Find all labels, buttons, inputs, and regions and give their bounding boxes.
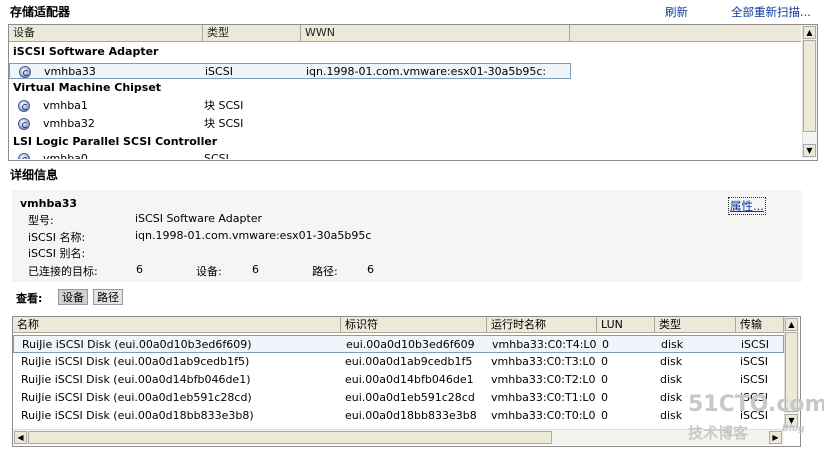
scroll-up-icon[interactable]: ▲ xyxy=(803,26,816,39)
adapter-list-clip: vmhba0 SCSI xyxy=(9,152,801,159)
column-header-type[interactable]: 类型 xyxy=(203,25,301,41)
table-row[interactable]: RuiJie iSCSI Disk (eui.00a0d14bfb046de1)… xyxy=(13,371,784,389)
iscsi-name-label: iSCSI 名称: xyxy=(28,231,86,244)
disk-identifier: eui.00a0d1eb591c28cd xyxy=(345,391,475,404)
disk-type: disk xyxy=(661,338,684,351)
view-devices-button[interactable]: 设备 xyxy=(58,289,88,305)
adapter-wwn: iqn.1998-01.com.vmware:esx01-30a5b95c: xyxy=(306,65,547,78)
column-header-type[interactable]: 类型 xyxy=(655,317,736,332)
adapter-row-vmhba0[interactable]: vmhba0 SCSI xyxy=(9,152,571,159)
scroll-left-icon[interactable]: ◀ xyxy=(14,431,27,444)
adapter-row-vmhba1[interactable]: vmhba1 块 SCSI xyxy=(9,98,571,114)
column-header-wwn[interactable]: WWN xyxy=(301,25,570,41)
scroll-down-icon[interactable]: ▼ xyxy=(803,144,816,157)
disk-name: RuiJie iSCSI Disk (eui.00a0d1eb591c28cd) xyxy=(21,391,252,404)
disk-identifier: eui.00a0d14bfb046de1 xyxy=(345,373,474,386)
disk-lun: 0 xyxy=(601,355,608,368)
disk-runtime-name: vmhba33:C0:T0:L0 xyxy=(491,409,595,422)
disk-name: RuiJie iSCSI Disk (eui.00a0d14bfb046de1) xyxy=(21,373,251,386)
disk-lun: 0 xyxy=(601,391,608,404)
scroll-right-icon[interactable]: ▶ xyxy=(769,431,782,444)
disk-transport: iSCSI xyxy=(740,355,768,368)
storage-adapter-icon xyxy=(18,118,30,130)
watermark-blog: Blog xyxy=(782,424,805,434)
model-value: iSCSI Software Adapter xyxy=(135,212,263,225)
disk-transport: iSCSI xyxy=(740,373,768,386)
disk-transport: iSCSI xyxy=(741,338,769,351)
disk-name: RuiJie iSCSI Disk (eui.00a0d10b3ed6f609) xyxy=(22,338,252,351)
adapter-device: vmhba0 xyxy=(43,152,88,159)
table-row[interactable]: RuiJie iSCSI Disk (eui.00a0d1eb591c28cd)… xyxy=(13,389,784,407)
disk-lun: 0 xyxy=(601,373,608,386)
disk-identifier: eui.00a0d1ab9cedb1f5 xyxy=(345,355,473,368)
adapter-device: vmhba1 xyxy=(43,99,88,112)
table-row[interactable]: RuiJie iSCSI Disk (eui.00a0d10b3ed6f609)… xyxy=(13,335,784,353)
storage-adapter-icon xyxy=(19,66,31,78)
paths-value: 6 xyxy=(367,263,374,276)
disk-runtime-name: vmhba33:C0:T3:L0 xyxy=(491,355,595,368)
column-header-runtime-name[interactable]: 运行时名称 xyxy=(487,317,597,332)
adapter-group: Virtual Machine Chipset xyxy=(13,81,162,94)
adapter-row-vmhba32[interactable]: vmhba32 块 SCSI xyxy=(9,116,571,132)
adapter-row-vmhba33[interactable]: vmhba33 iSCSI iqn.1998-01.com.vmware:esx… xyxy=(9,63,571,79)
devices-value: 6 xyxy=(252,263,259,276)
device-table-header: 名称 标识符 运行时名称 LUN 类型 传输 xyxy=(13,317,784,333)
storage-adapter-icon xyxy=(18,100,30,112)
adapter-device: vmhba33 xyxy=(44,65,96,78)
refresh-link[interactable]: 刷新 xyxy=(665,4,688,20)
storage-adapters-title: 存储适配器 xyxy=(10,5,71,19)
devices-label: 设备: xyxy=(196,265,222,278)
disk-identifier: eui.00a0d10b3ed6f609 xyxy=(346,338,475,351)
adapter-name: vmhba33 xyxy=(20,197,78,210)
details-panel xyxy=(12,190,802,282)
adapter-type: SCSI xyxy=(204,152,229,159)
adapter-type: 块 SCSI xyxy=(204,117,244,130)
disk-name: RuiJie iSCSI Disk (eui.00a0d18bb833e3b8) xyxy=(21,409,254,422)
paths-label: 路径: xyxy=(312,265,338,278)
column-header-name[interactable]: 名称 xyxy=(13,317,341,332)
scrollbar-thumb[interactable] xyxy=(803,40,816,132)
adapter-list-header: 设备 类型 WWN xyxy=(9,25,801,42)
column-header-device[interactable]: 设备 xyxy=(9,25,203,41)
adapter-group: iSCSI Software Adapter xyxy=(13,45,159,58)
disk-runtime-name: vmhba33:C0:T4:L0 xyxy=(492,338,596,351)
view-paths-button[interactable]: 路径 xyxy=(93,289,123,305)
table-row[interactable]: RuiJie iSCSI Disk (eui.00a0d18bb833e3b8)… xyxy=(13,407,784,425)
disk-identifier: eui.00a0d18bb833e3b8 xyxy=(345,409,477,422)
view-label: 查看: xyxy=(16,292,43,305)
rescan-all-link[interactable]: 全部重新扫描... xyxy=(731,4,811,20)
adapter-group: LSI Logic Parallel SCSI Controller xyxy=(13,135,218,148)
column-header-identifier[interactable]: 标识符 xyxy=(341,317,487,332)
disk-runtime-name: vmhba33:C0:T2:L0 xyxy=(491,373,595,386)
column-header-lun[interactable]: LUN xyxy=(597,317,655,332)
scroll-up-icon[interactable]: ▲ xyxy=(785,318,798,331)
disk-name: RuiJie iSCSI Disk (eui.00a0d1ab9cedb1f5) xyxy=(21,355,250,368)
device-table-hscrollbar[interactable]: ◀ ▶ xyxy=(13,429,784,445)
adapter-device: vmhba32 xyxy=(43,117,95,130)
model-label: 型号: xyxy=(28,214,54,227)
targets-label: 已连接的目标: xyxy=(28,265,98,278)
scrollbar-thumb[interactable] xyxy=(28,431,552,444)
disk-runtime-name: vmhba33:C0:T1:L0 xyxy=(491,391,595,404)
column-header-transport[interactable]: 传输 xyxy=(736,317,784,332)
table-row[interactable]: RuiJie iSCSI Disk (eui.00a0d1ab9cedb1f5)… xyxy=(13,353,784,371)
targets-value: 6 xyxy=(136,263,143,276)
iscsi-name-value: iqn.1998-01.com.vmware:esx01-30a5b95c xyxy=(135,229,372,242)
watermark-logo: 51CTO.com xyxy=(688,392,824,417)
device-table: 名称 标识符 运行时名称 LUN 类型 传输 RuiJie iSCSI Disk… xyxy=(12,316,801,447)
watermark-subtitle: 技术博客 xyxy=(688,424,749,442)
adapter-type: 块 SCSI xyxy=(204,99,244,112)
details-title: 详细信息 xyxy=(10,168,59,182)
adapter-list-scrollbar[interactable]: ▲ ▼ xyxy=(802,25,817,158)
storage-adapter-icon xyxy=(18,153,30,159)
properties-link[interactable]: 属性... xyxy=(728,197,766,215)
iscsi-alias-label: iSCSI 别名: xyxy=(28,247,86,260)
disk-type: disk xyxy=(660,355,683,368)
adapter-list: 设备 类型 WWN iSCSI Software Adapter vmhba33… xyxy=(8,24,818,161)
adapter-type: iSCSI xyxy=(205,65,233,78)
disk-lun: 0 xyxy=(601,409,608,422)
disk-lun: 0 xyxy=(602,338,609,351)
disk-type: disk xyxy=(660,373,683,386)
